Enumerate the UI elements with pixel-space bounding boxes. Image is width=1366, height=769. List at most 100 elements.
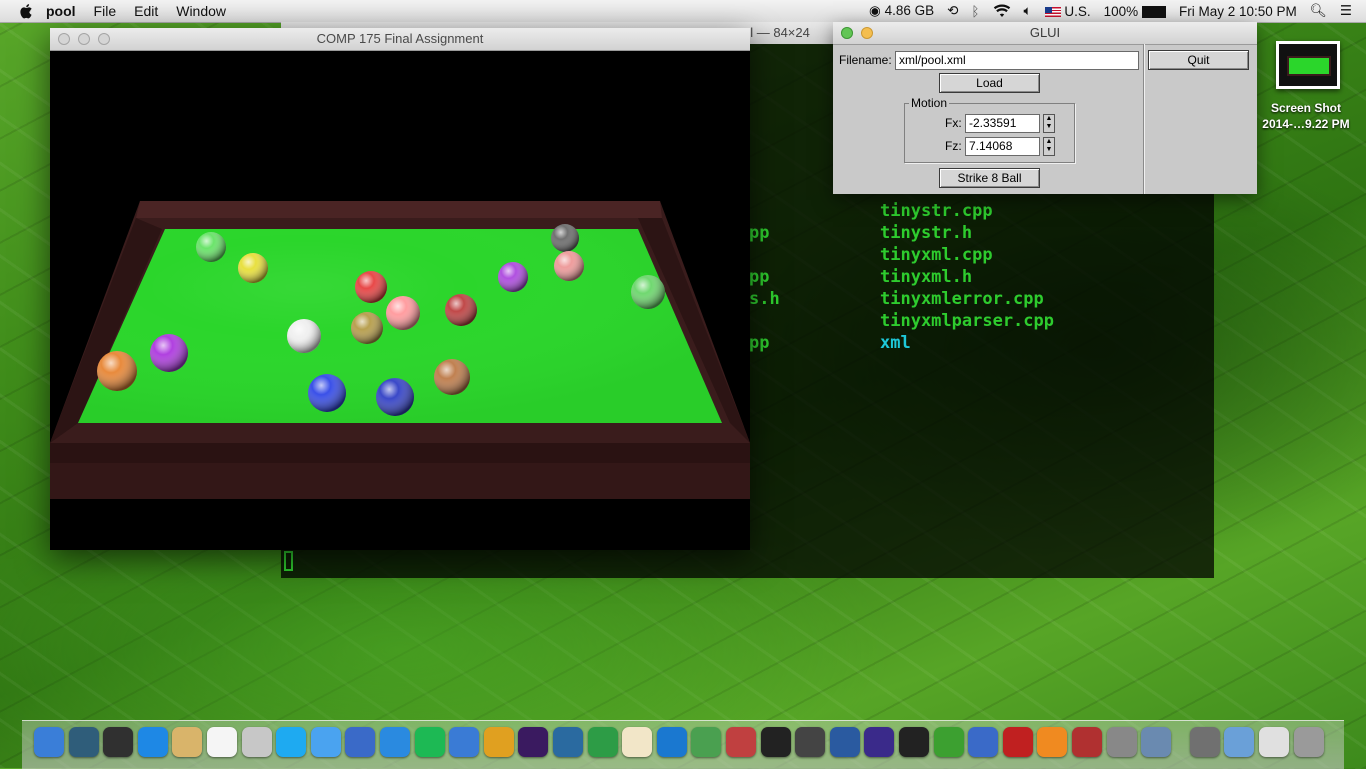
ibooks-icon[interactable] [1037,727,1068,757]
screenshot-file-icon[interactable] [1276,41,1340,89]
screenshot-file-label[interactable]: Screen Shot 2014-…9.22 PM [1250,100,1362,132]
screenshot-thumbnail [1287,56,1331,76]
preview-icon[interactable] [241,727,272,757]
terminal-file: tinystr.h [880,223,973,243]
edit-menu[interactable]: Edit [134,3,158,19]
pool-ball-shading [376,378,414,416]
keynote-icon[interactable] [656,727,687,757]
file-menu[interactable]: File [94,3,117,19]
contacts-icon[interactable] [172,727,203,757]
system-prefs-icon[interactable] [1106,727,1137,757]
imovie-icon[interactable] [518,727,549,757]
motion-label: Motion [909,96,950,110]
opengl-title-bar[interactable]: COMP 175 Final Assignment [50,28,750,51]
terminal-file: tinyxmlparser.cpp [880,311,1054,331]
terminal-left-line: pp [749,333,770,353]
trash-icon[interactable] [1293,727,1324,757]
evernote-icon[interactable] [587,727,618,757]
fx-spinner[interactable]: ▲ ▼ [1043,114,1055,133]
unity-icon[interactable] [899,727,929,757]
fx-input[interactable]: -2.33591 [965,114,1040,133]
bluetooth-icon[interactable]: ᛒ [971,4,979,19]
filename-field[interactable]: xml/pool.xml [895,51,1139,70]
garageband-icon[interactable] [483,727,514,757]
battery-icon [1141,5,1166,18]
filename-label: Filename: [839,53,892,67]
pool-ball-shading [551,224,579,252]
terminal-file: tinyxml.cpp [880,245,993,265]
input-source[interactable]: U.S. [1044,4,1091,19]
documents-icon[interactable] [1259,727,1289,757]
spotlight-search-icon[interactable]: 🔍︎ [1310,3,1327,19]
quicktime-icon[interactable] [829,727,860,757]
minimize-button[interactable] [78,33,90,45]
glui-zoom-button[interactable] [841,27,853,39]
terminal-left-line: pp [749,267,770,287]
terminal-file: tinyxml.h [880,267,973,287]
eclipse-icon[interactable] [864,727,895,757]
pool-ball-shading [631,275,665,309]
photo-booth-icon[interactable] [726,727,756,757]
wifi-icon[interactable] [993,4,1011,18]
glui-title: GLUI [1029,25,1061,40]
itunes-icon[interactable] [449,727,480,757]
app-store-icon[interactable] [137,727,168,757]
app-menu[interactable]: pool [46,3,76,19]
iphoto-icon[interactable] [553,727,583,757]
dictionary-icon[interactable] [1072,727,1102,757]
glui-minimize-button[interactable] [861,27,873,39]
glui-window[interactable]: GLUI Filename: xml/pool.xml Quit Load Mo… [833,22,1257,194]
opengl-window[interactable]: COMP 175 Final Assignment [50,28,750,550]
time-machine-menu-icon[interactable]: ⟲ [947,3,958,19]
fz-spinner[interactable]: ▲ ▼ [1043,137,1055,156]
photo-album-icon[interactable] [1002,727,1033,757]
table-front-lower [50,463,750,499]
unity-dev-icon[interactable] [933,727,964,757]
pool-ball-shading [554,251,584,281]
zoom-button[interactable] [98,33,110,45]
calendar-icon[interactable] [207,727,237,757]
quit-button[interactable]: Quit [1148,50,1249,70]
terminal-directory: xml [880,333,911,353]
panel-divider-highlight [1144,44,1145,194]
terminal-icon[interactable] [760,727,791,757]
fx-label: Fx: [945,116,962,130]
safari-icon[interactable] [380,727,410,757]
messages-icon[interactable] [310,727,341,757]
textedit-icon[interactable] [622,727,653,757]
xcode-tools-icon[interactable] [968,727,999,757]
window-menu[interactable]: Window [176,3,226,19]
load-button[interactable]: Load [939,73,1040,93]
fz-label: Fz: [945,139,962,153]
xcode-icon[interactable] [345,727,376,757]
pool-ball-shading [287,319,321,353]
battery-status[interactable]: 100% [1104,4,1166,19]
fz-input[interactable]: 7.14068 [965,137,1040,156]
finder-icon[interactable] [34,727,64,757]
pool-ball-shading [445,294,477,326]
preview-2-icon[interactable] [1141,727,1172,757]
glui-title-bar[interactable]: GLUI [833,22,1257,45]
downloads-icon[interactable] [1224,727,1255,757]
pool-ball-shading [238,253,268,283]
time-machine-icon[interactable] [68,727,99,757]
close-button[interactable] [58,33,70,45]
volume-icon[interactable]: 🔈︎ [1024,3,1032,19]
apple-menu-icon[interactable] [18,2,36,20]
strike-8-ball-button[interactable]: Strike 8 Ball [939,168,1040,188]
table-rail-back [136,201,662,218]
sublime-icon[interactable] [795,727,826,757]
pool-table-canvas[interactable] [50,51,750,550]
pool-ball-shading [308,374,346,412]
pool-ball-shading [498,262,528,292]
notification-center-icon[interactable]: ☰ [1340,3,1352,19]
spotify-icon[interactable] [414,727,445,757]
us-flag-icon [1044,6,1061,17]
clock[interactable]: Fri May 2 10:50 PM [1179,4,1297,19]
numbers-icon[interactable] [691,727,722,757]
folder-icon[interactable] [1189,727,1220,757]
terminal-left-line: s.h [749,289,780,309]
skype-icon[interactable] [276,727,307,757]
memory-status[interactable]: ◉ 4.86 GB [869,3,934,19]
dashboard-icon[interactable] [103,727,134,757]
